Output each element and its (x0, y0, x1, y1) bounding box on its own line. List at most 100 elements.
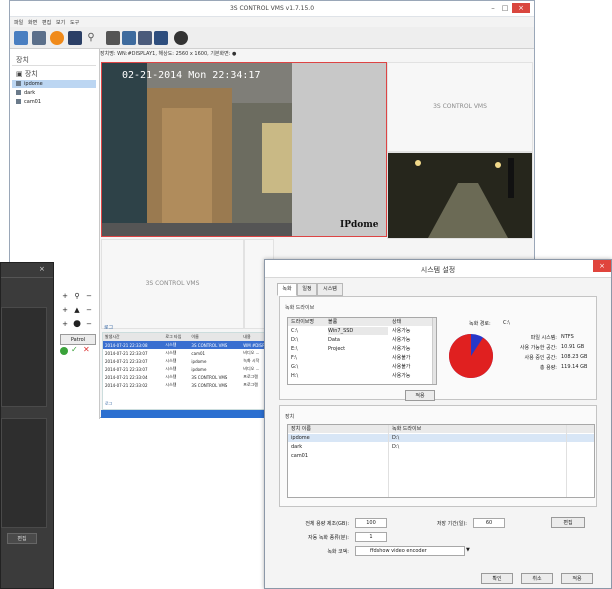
main-window-title: 3S CONTROL VMS v1.7.15.0 (229, 5, 315, 12)
drive-column-header[interactable]: 볼륨 (328, 318, 368, 326)
drive-apply-button[interactable]: 적용 (405, 390, 435, 401)
drive-list[interactable]: 드라이브명 볼륨 상태 C:\ Win7_SSD 사용가능 D:\ Data 사… (287, 317, 437, 385)
device-tree-root[interactable]: ▣ 장치 (16, 69, 38, 79)
divider (1, 277, 53, 278)
display-icon[interactable] (138, 31, 152, 45)
ptz-add-icon[interactable]: + (60, 291, 70, 301)
info-icon[interactable] (50, 31, 64, 45)
edit-button[interactable]: 편집 (7, 533, 37, 544)
disk-usage-pie (449, 334, 493, 378)
device-list[interactable]: 장치 이름 녹화 드라이브 ipdome D:\ dark D:\ cam01 (287, 424, 595, 498)
tab-system[interactable]: 시스템 (317, 283, 343, 296)
auto-delete-label: 자동 녹화 종류(분): (308, 535, 349, 541)
device-row[interactable]: cam01 (288, 452, 594, 460)
device-row[interactable]: ipdome D:\ (288, 434, 594, 442)
full-disk-input[interactable]: 100 (355, 518, 387, 528)
chevron-down-icon[interactable]: ▼ (466, 547, 470, 553)
log-cell: cam01 (191, 350, 206, 356)
tab-schedule[interactable]: 일정 (297, 283, 317, 296)
patrol-button[interactable]: Patrol (60, 334, 96, 345)
ptz-minus-icon[interactable]: − (84, 319, 94, 329)
log-column-header[interactable]: 발생시간 (103, 333, 163, 341)
tab-recording[interactable]: 녹화 (277, 283, 297, 296)
drive-list-scrollbar[interactable] (432, 318, 436, 384)
drive-row[interactable]: D:\ Data 사용가능 (288, 336, 436, 344)
device-item-ipdome[interactable]: ipdome (12, 80, 96, 88)
device-row[interactable]: dark D:\ (288, 443, 594, 451)
video-icon[interactable] (106, 31, 120, 45)
drive-row[interactable]: E:\ Project 사용가능 (288, 345, 436, 353)
check-icon[interactable]: ✓ (71, 345, 78, 354)
ptz-add-icon[interactable]: + (60, 319, 70, 329)
log-row[interactable]: 2014-07-21 22:33:07 시스템 cam01 비디오 ... (103, 349, 277, 357)
log-column-header[interactable]: 로그 타입 (163, 333, 189, 341)
log-row[interactable]: 2014-07-21 22:33:04 시스템 3S CONTROL VMS 프로그램 (103, 373, 277, 381)
codec-label: 녹화 코덱: (327, 549, 349, 555)
device-item-cam01[interactable]: cam01 (16, 98, 41, 106)
ok-button[interactable]: 확인 (481, 573, 513, 584)
menu-tools[interactable]: 도구 (70, 19, 79, 26)
log-row[interactable]: 2014-07-21 22:33:02 시스템 3S CONTROL VMS 프로그램 (103, 381, 277, 389)
maximize-icon[interactable]: □ (500, 3, 510, 13)
close-icon[interactable]: × (39, 265, 45, 273)
menu-screen[interactable]: 화면 (28, 19, 37, 26)
ptz-minus-icon[interactable]: − (84, 305, 94, 315)
disk-icon[interactable] (122, 31, 136, 45)
log-row[interactable]: 2014-07-21 22:33:07 시스템 ipdome 녹화 시작 (103, 357, 277, 365)
log-title: 로그 (104, 325, 114, 331)
menu-file[interactable]: 파일 (14, 19, 23, 26)
menu-edit[interactable]: 편집 (42, 19, 51, 26)
video-tile-empty[interactable]: 3S CONTROL VMS (387, 62, 533, 152)
device-column-header[interactable]: 녹화 드라이브 (392, 425, 512, 433)
video-tile-empty[interactable]: 3S CONTROL VMS (101, 239, 244, 329)
drive-list-header: 드라이브명 볼륨 상태 (288, 318, 436, 326)
drive-row[interactable]: F:\ 사용불가 (288, 354, 436, 362)
divider (12, 65, 96, 66)
cancel-button[interactable]: 취소 (521, 573, 553, 584)
menu-view[interactable]: 보기 (56, 19, 65, 26)
search-icon[interactable]: ⚲ (84, 31, 98, 45)
toolbar: ⚲ (10, 27, 534, 49)
edit-button[interactable]: 편집 (551, 517, 585, 528)
device-panel-header: 장치 (16, 56, 29, 64)
log-cell: 3S CONTROL VMS (191, 382, 228, 388)
status-bar (101, 410, 277, 418)
delete-icon[interactable]: ✕ (83, 345, 90, 354)
monitor-icon[interactable] (32, 31, 46, 45)
drive-volume: Data (328, 337, 340, 343)
drive-row[interactable]: C:\ Win7_SSD 사용가능 (288, 327, 436, 335)
panel (1, 307, 47, 407)
ptz-zoom-icon[interactable]: ⚲ (72, 291, 82, 301)
minimize-icon[interactable]: – (488, 3, 498, 13)
ptz-minus-icon[interactable]: − (84, 291, 94, 301)
ptz-iris-icon[interactable]: ● (72, 319, 82, 329)
apply-button[interactable]: 적용 (561, 573, 593, 584)
codec-select[interactable]: ffdshow video encoder (355, 546, 465, 556)
drive-row[interactable]: H:\ 사용가능 (288, 372, 436, 380)
device-item-dark[interactable]: dark (16, 89, 35, 97)
settings-icon[interactable] (174, 31, 188, 45)
retention-input[interactable]: 60 (473, 518, 505, 528)
drive-column-header[interactable]: 드라이브명 (291, 318, 319, 326)
ptz-add-icon[interactable]: + (60, 305, 70, 315)
log-row[interactable]: 2014-07-21 22:33:07 시스템 ipdome 비디오 ... (103, 365, 277, 373)
close-icon[interactable]: × (593, 260, 611, 272)
drive-volume: Project (328, 346, 346, 352)
log-row[interactable]: 2014-07-21 22:33:08 시스템 3S CONTROL VMS WM #… (103, 341, 277, 349)
ok-icon[interactable] (60, 347, 68, 355)
camera-icon[interactable] (68, 31, 82, 45)
drive-row[interactable]: G:\ 사용불가 (288, 363, 436, 371)
log-cell: 2014-07-21 22:33:08 (105, 342, 148, 348)
device-column-header[interactable]: 장치 이름 (291, 425, 381, 433)
auto-delete-input[interactable]: 1 (355, 532, 387, 542)
drive-column-header[interactable]: 상태 (392, 318, 422, 326)
log-tab[interactable]: 로그 (105, 401, 112, 407)
video-tile-street[interactable] (387, 152, 533, 239)
screen-layout-icon[interactable] (154, 31, 168, 45)
log-column-header[interactable]: 이름 (189, 333, 241, 341)
layout-icon[interactable] (14, 31, 28, 45)
video-view-main[interactable]: 02-21-2014 Mon 22:34:17 IPdome (101, 62, 387, 237)
ptz-focus-icon[interactable]: ▲ (72, 305, 82, 315)
close-icon[interactable]: × (512, 3, 530, 13)
screen-status: 장치명: WN:#DISPLAY1, 해상도: 2560 x 1600, 기본화… (100, 51, 237, 57)
